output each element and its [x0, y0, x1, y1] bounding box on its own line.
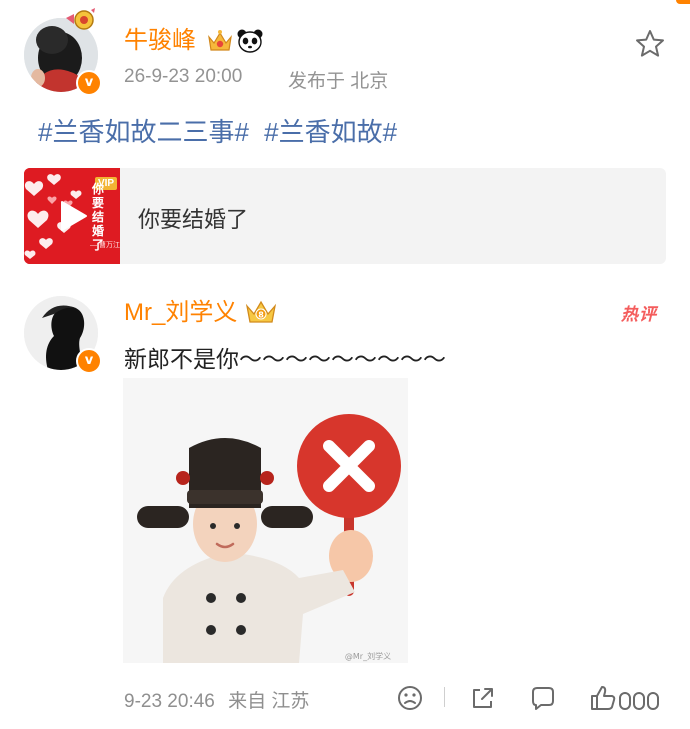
- crown-icon: 8: [244, 298, 278, 326]
- author-name[interactable]: 牛骏峰: [124, 26, 196, 56]
- comment-sticker-image[interactable]: @Mr_刘学义: [123, 378, 408, 663]
- verified-badge-icon: v: [76, 348, 102, 374]
- top-edge-accent: [676, 0, 690, 4]
- comment-time: 9-23 20:46: [124, 691, 215, 712]
- music-cover[interactable]: VIP 你要结婚了 — 曹万江: [24, 168, 120, 264]
- sticker-watermark: @Mr_刘学义: [345, 651, 391, 661]
- play-icon[interactable]: [54, 198, 90, 234]
- post-hashtags: #兰香如故二三事# #兰香如故#: [38, 112, 405, 149]
- commenter-name[interactable]: Mr_刘学义: [124, 298, 237, 328]
- share-icon[interactable]: [468, 683, 498, 713]
- face-reaction-icon[interactable]: [395, 683, 425, 713]
- hot-comment-badge: 热评: [621, 305, 657, 324]
- comment-meta: 9-23 20:46 来自 江苏: [124, 686, 309, 713]
- music-card[interactable]: VIP 你要结婚了 — 曹万江 你要结婚了: [24, 168, 666, 264]
- crown-icon: [206, 28, 234, 54]
- verified-badge-icon: v: [76, 70, 102, 96]
- avatar-decoration-icon: [64, 6, 96, 34]
- like-icon[interactable]: [588, 683, 664, 713]
- panda-icon: [236, 28, 264, 54]
- music-title: 你要结婚了: [138, 207, 249, 232]
- action-divider: [444, 687, 445, 707]
- post-location: 发布于 北京: [288, 71, 389, 92]
- comment-source: 来自 江苏: [228, 691, 310, 712]
- comment-icon[interactable]: [528, 683, 558, 713]
- svg-text:8: 8: [258, 311, 264, 320]
- post-timestamp: 26-9-23 20:00: [124, 66, 243, 87]
- hashtag-link[interactable]: #兰香如故二三事#: [38, 117, 249, 147]
- hashtag-link[interactable]: #兰香如故#: [264, 117, 397, 147]
- comment-text: 新郎不是你～～～～～～～～～: [124, 346, 446, 372]
- star-icon[interactable]: [634, 28, 666, 60]
- cover-artist-text: — 曹万江: [90, 242, 120, 249]
